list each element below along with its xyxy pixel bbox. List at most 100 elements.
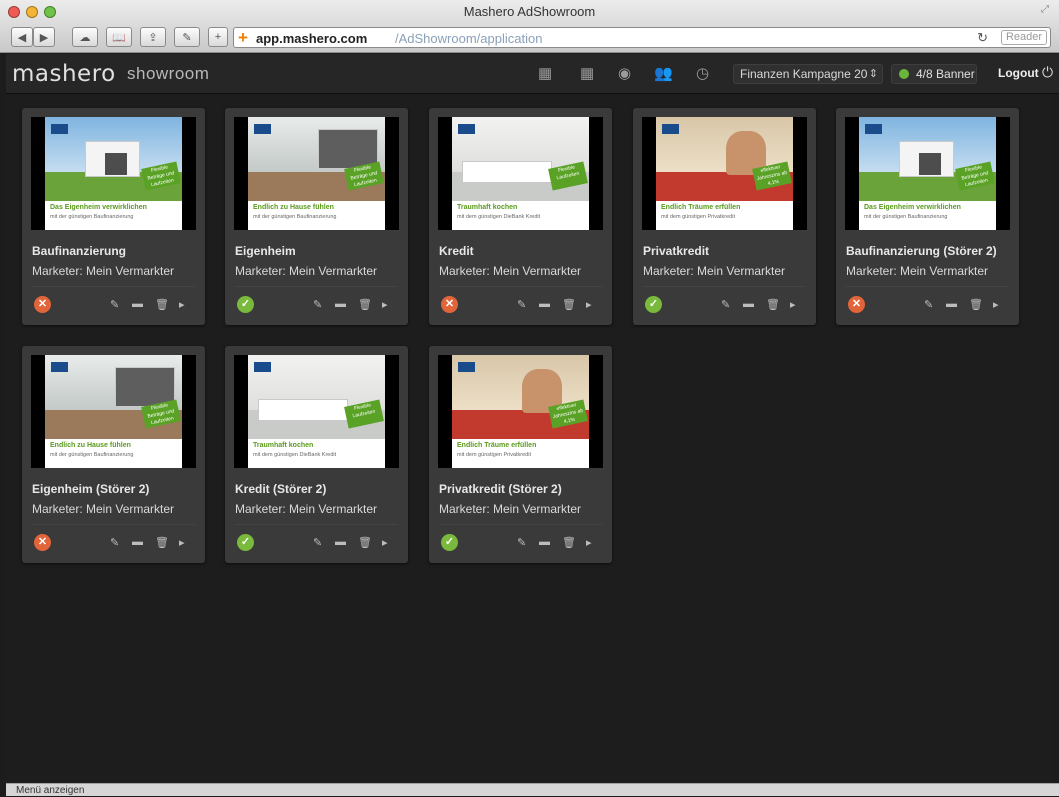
banner-marketer: Marketer: Mein Vermarkter <box>846 264 989 278</box>
approved-check-icon[interactable]: ✓ <box>645 296 662 313</box>
comment-icon[interactable]: ▬ <box>539 536 550 548</box>
ad-cta: Endlich zu Hause fühlen mit der günstige… <box>248 201 385 230</box>
trash-icon[interactable]: 🗑 <box>969 298 983 311</box>
banner-thumbnail[interactable]: Flexible Beträge und Laufzeiten Das Eige… <box>845 117 1010 230</box>
trash-icon[interactable]: 🗑 <box>155 298 169 311</box>
tag-icon[interactable]: ✎ <box>517 536 526 549</box>
grid-add-icon[interactable]: ▦ <box>538 64 552 82</box>
campaign-select[interactable]: Finanzen Kampagne 20 ⇕ <box>733 64 883 84</box>
banner-card[interactable]: Flexible Beträge und Laufzeiten Das Eige… <box>22 108 205 325</box>
bookmarks-icon[interactable]: 📖 <box>106 27 132 47</box>
tag-icon[interactable]: ✎ <box>924 298 933 311</box>
diebank-logo <box>254 124 271 134</box>
grid-edit-icon[interactable]: ▦ <box>580 64 594 82</box>
banner-thumbnail[interactable]: effektiver Jahreszins ab 4,1% Endlich Tr… <box>438 355 603 468</box>
approved-check-icon[interactable]: ✓ <box>441 534 458 551</box>
trash-icon[interactable]: 🗑 <box>766 298 780 311</box>
comment-icon[interactable]: ▬ <box>539 298 550 310</box>
banner-card[interactable]: Flexible Laufzeiten Traumhaft kochen mit… <box>429 108 612 325</box>
ad-cta: Das Eigenheim verwirklichen mit der güns… <box>859 201 996 230</box>
rejected-x-icon[interactable]: ✕ <box>34 296 51 313</box>
arrow-right-icon[interactable]: ▸ <box>586 536 592 549</box>
divider <box>439 524 602 525</box>
banner-marketer: Marketer: Mein Vermarkter <box>439 502 582 516</box>
banner-card[interactable]: effektiver Jahreszins ab 4,1% Endlich Tr… <box>429 346 612 563</box>
banner-thumbnail[interactable]: Flexible Beträge und Laufzeiten Endlich … <box>31 355 196 468</box>
trash-icon[interactable]: 🗑 <box>562 536 576 549</box>
banner-thumbnail[interactable]: Flexible Beträge und Laufzeiten Das Eige… <box>31 117 196 230</box>
ad-title: Endlich zu Hause fühlen <box>50 442 131 449</box>
trash-icon[interactable]: 🗑 <box>358 298 372 311</box>
logout-button[interactable]: Logout <box>998 66 1039 80</box>
approved-check-icon[interactable]: ✓ <box>237 296 254 313</box>
ad-preview: Flexible Beträge und Laufzeiten Das Eige… <box>859 117 996 230</box>
comment-icon[interactable]: ▬ <box>132 536 143 548</box>
ad-title: Endlich zu Hause fühlen <box>253 204 334 211</box>
banner-count-badge[interactable]: 4/8 Banner <box>891 64 977 84</box>
rejected-x-icon[interactable]: ✕ <box>848 296 865 313</box>
title-bar: Mashero AdShowroom ⤢ ◀ ▶ ☁ 📖 ⇪ ✎ + + app… <box>0 0 1059 53</box>
banner-thumbnail[interactable]: effektiver Jahreszins ab 4,1% Endlich Tr… <box>642 117 807 230</box>
comment-icon[interactable]: ▬ <box>335 536 346 548</box>
tag-icon[interactable]: ✎ <box>110 298 119 311</box>
ad-subtitle: mit der günstigen Baufinanzierung <box>50 452 134 458</box>
ad-preview: effektiver Jahreszins ab 4,1% Endlich Tr… <box>452 355 589 468</box>
banner-card[interactable]: Flexible Beträge und Laufzeiten Endlich … <box>225 108 408 325</box>
trash-icon[interactable]: 🗑 <box>155 536 169 549</box>
tag-icon[interactable]: ✎ <box>110 536 119 549</box>
banner-name: Privatkredit <box>643 244 710 258</box>
ad-subtitle: mit der günstigen Baufinanzierung <box>253 214 337 220</box>
comment-icon[interactable]: ▬ <box>743 298 754 310</box>
new-tab-button[interactable]: + <box>208 27 228 47</box>
clock-icon[interactable]: ◷ <box>696 64 709 82</box>
diebank-logo <box>458 362 475 372</box>
arrow-right-icon[interactable]: ▸ <box>790 298 796 311</box>
fullscreen-icon[interactable]: ⤢ <box>1041 4 1051 15</box>
eye-icon[interactable]: ◉ <box>618 64 631 82</box>
arrow-right-icon[interactable]: ▸ <box>993 298 999 311</box>
arrow-right-icon[interactable]: ▸ <box>382 298 388 311</box>
comment-icon[interactable]: ▬ <box>335 298 346 310</box>
logo[interactable]: mashero <box>12 61 116 87</box>
browser-window: Mashero AdShowroom ⤢ ◀ ▶ ☁ 📖 ⇪ ✎ + + app… <box>0 0 1059 796</box>
reload-icon[interactable]: ↻ <box>977 30 988 46</box>
banner-card[interactable]: Flexible Beträge und Laufzeiten Das Eige… <box>836 108 1019 325</box>
arrow-right-icon[interactable]: ▸ <box>179 298 185 311</box>
ad-object <box>462 161 552 183</box>
banner-card[interactable]: effektiver Jahreszins ab 4,1% Endlich Tr… <box>633 108 816 325</box>
banner-thumbnail[interactable]: Flexible Laufzeiten Traumhaft kochen mit… <box>438 117 603 230</box>
tag-icon[interactable]: ✎ <box>517 298 526 311</box>
ad-object <box>258 399 348 421</box>
comment-icon[interactable]: ▬ <box>132 298 143 310</box>
ad-cta: Traumhaft kochen mit dem günstigen DieBa… <box>452 201 589 230</box>
url-domain: app.mashero.com <box>256 31 368 46</box>
icloud-icon[interactable]: ☁ <box>72 27 98 47</box>
arrow-right-icon[interactable]: ▸ <box>179 536 185 549</box>
ad-preview: Flexible Beträge und Laufzeiten Das Eige… <box>45 117 182 230</box>
users-icon[interactable]: 👥 <box>654 64 673 82</box>
power-icon[interactable]: ⏻ <box>1042 64 1053 81</box>
rejected-x-icon[interactable]: ✕ <box>441 296 458 313</box>
pin-icon[interactable]: ✎ <box>174 27 200 47</box>
arrow-right-icon[interactable]: ▸ <box>586 298 592 311</box>
banner-card[interactable]: Flexible Laufzeiten Traumhaft kochen mit… <box>225 346 408 563</box>
comment-icon[interactable]: ▬ <box>946 298 957 310</box>
tag-icon[interactable]: ✎ <box>313 298 322 311</box>
banner-thumbnail[interactable]: Flexible Laufzeiten Traumhaft kochen mit… <box>234 355 399 468</box>
tag-icon[interactable]: ✎ <box>721 298 730 311</box>
trash-icon[interactable]: 🗑 <box>562 298 576 311</box>
ad-cta: Endlich Träume erfüllen mit dem günstige… <box>452 439 589 468</box>
banner-card[interactable]: Flexible Beträge und Laufzeiten Endlich … <box>22 346 205 563</box>
approved-check-icon[interactable]: ✓ <box>237 534 254 551</box>
tag-icon[interactable]: ✎ <box>313 536 322 549</box>
reader-button[interactable]: Reader <box>1001 30 1047 45</box>
arrow-right-icon[interactable]: ▸ <box>382 536 388 549</box>
trash-icon[interactable]: 🗑 <box>358 536 372 549</box>
address-bar[interactable]: + app.mashero.com /AdShowroom/applicatio… <box>233 27 1051 48</box>
forward-button[interactable]: ▶ <box>33 27 55 47</box>
rejected-x-icon[interactable]: ✕ <box>34 534 51 551</box>
banner-thumbnail[interactable]: Flexible Beträge und Laufzeiten Endlich … <box>234 117 399 230</box>
share-icon[interactable]: ⇪ <box>140 27 166 47</box>
show-menu-link[interactable]: Menü anzeigen <box>16 784 84 797</box>
back-button[interactable]: ◀ <box>11 27 33 47</box>
